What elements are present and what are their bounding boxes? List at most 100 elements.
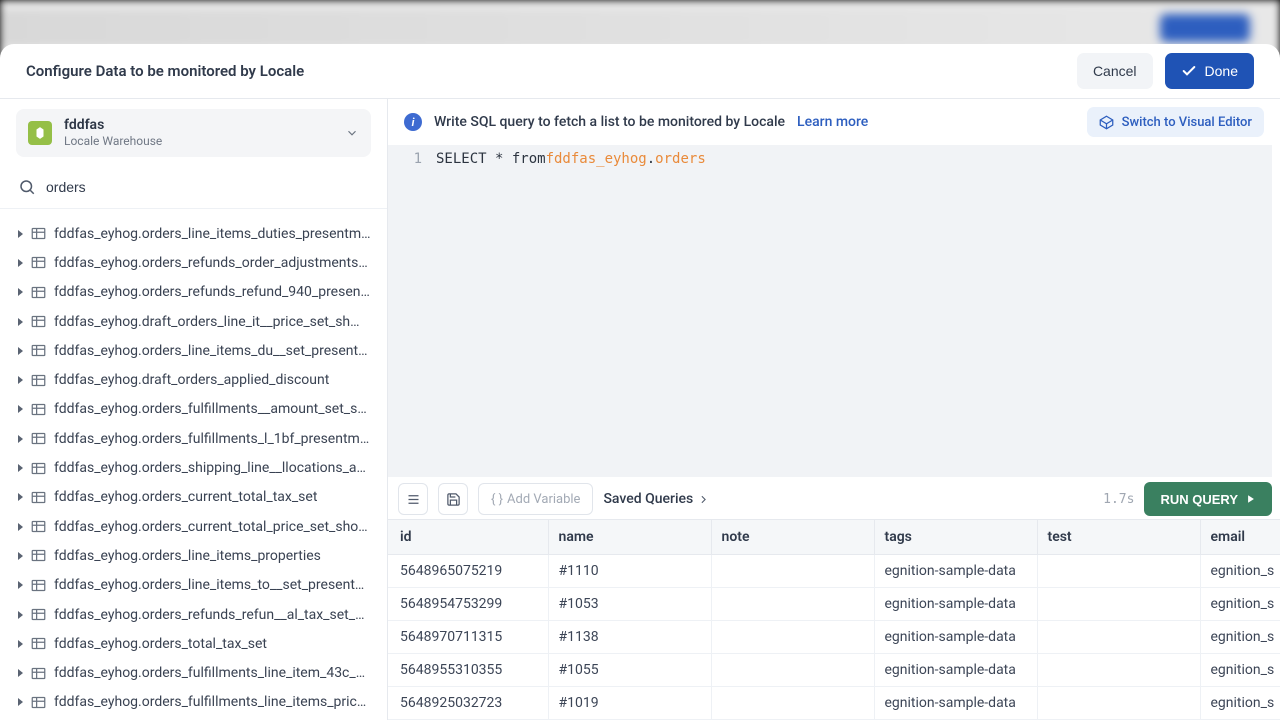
table-item[interactable]: fddfas_eyhog.orders_line_items_propertie…: [0, 541, 387, 570]
cell-tags: egnition-sample-data: [874, 654, 1037, 687]
main-top-bar: i Write SQL query to fetch a list to be …: [388, 99, 1280, 145]
cell-name: #1055: [548, 654, 711, 687]
table-item[interactable]: fddfas_eyhog.orders_fulfillments__amount…: [0, 395, 387, 424]
table-item[interactable]: fddfas_eyhog.draft_orders_applied_discou…: [0, 365, 387, 394]
table-list[interactable]: fddfas_eyhog.orders_line_items_duties_pr…: [0, 209, 387, 720]
main-panel: i Write SQL query to fetch a list to be …: [388, 99, 1280, 720]
modal-header: Configure Data to be monitored by Locale…: [0, 44, 1280, 99]
table-row[interactable]: 5648970711315#1138egnition-sample-dataeg…: [388, 621, 1280, 654]
table-item[interactable]: fddfas_eyhog.orders_fulfillments_line_it…: [0, 658, 387, 687]
expand-icon: [18, 640, 23, 648]
table-item[interactable]: fddfas_eyhog.orders_line_items_du__set_p…: [0, 336, 387, 365]
sql-editor[interactable]: 1 SELECT * from fddfas_eyhog.orders: [388, 145, 1272, 477]
done-button[interactable]: Done: [1165, 53, 1254, 89]
cell-email: egnition_s: [1200, 687, 1280, 720]
table-label: fddfas_eyhog.orders_line_items_duties_pr…: [54, 226, 371, 242]
search-icon: [18, 178, 36, 196]
table-item[interactable]: fddfas_eyhog.orders_line_items_to__set_p…: [0, 571, 387, 600]
save-icon: [446, 492, 461, 507]
cell-email: egnition_s: [1200, 621, 1280, 654]
cell-name: #1053: [548, 588, 711, 621]
table-label: fddfas_eyhog.orders_current_total_price_…: [54, 519, 368, 535]
cell-note: [711, 588, 874, 621]
table-item[interactable]: fddfas_eyhog.draft_orders_line_it__price…: [0, 307, 387, 336]
table-label: fddfas_eyhog.orders_refunds_refund_940_p…: [54, 284, 370, 300]
table-item[interactable]: fddfas_eyhog.orders_refunds_order_adjust…: [0, 248, 387, 277]
col-test[interactable]: test: [1037, 520, 1200, 555]
source-dropdown[interactable]: fddfas Locale Warehouse: [16, 109, 371, 157]
add-variable-label: Add Variable: [507, 492, 580, 507]
expand-icon: [18, 230, 23, 238]
editor-toolbar: { } Add Variable Saved Queries 1.7s RUN …: [388, 479, 1280, 519]
table-icon: [31, 432, 46, 445]
table-item[interactable]: fddfas_eyhog.orders_current_total_price_…: [0, 512, 387, 541]
table-label: fddfas_eyhog.orders_line_items_to__set_p…: [54, 577, 364, 593]
table-item[interactable]: fddfas_eyhog.orders_refunds_refun__al_ta…: [0, 600, 387, 629]
cell-tags: egnition-sample-data: [874, 588, 1037, 621]
table-label: fddfas_eyhog.orders_refunds_order_adjust…: [54, 255, 368, 271]
saved-queries-label: Saved Queries: [603, 491, 693, 507]
sql-table: orders: [655, 151, 706, 167]
cell-note: [711, 621, 874, 654]
table-item[interactable]: fddfas_eyhog.orders_shipping_line__lloca…: [0, 453, 387, 482]
done-label: Done: [1205, 63, 1238, 79]
cube-icon: [1099, 115, 1114, 130]
col-tags[interactable]: tags: [874, 520, 1037, 555]
cell-email: egnition_s: [1200, 654, 1280, 687]
saved-queries-button[interactable]: Saved Queries: [603, 491, 710, 507]
cancel-button[interactable]: Cancel: [1077, 53, 1153, 89]
braces-icon: { }: [491, 492, 503, 507]
table-row[interactable]: 5648965075219#1110egnition-sample-dataeg…: [388, 555, 1280, 588]
expand-icon: [18, 669, 23, 677]
switch-visual-button[interactable]: Switch to Visual Editor: [1087, 107, 1264, 137]
expand-icon: [18, 259, 23, 267]
table-icon: [31, 227, 46, 240]
search-row: [0, 165, 387, 209]
table-item[interactable]: fddfas_eyhog.orders_total_tax_set: [0, 629, 387, 658]
shopify-icon: [28, 121, 52, 145]
table-item[interactable]: fddfas_eyhog.orders_current_total_tax_se…: [0, 483, 387, 512]
table-row[interactable]: 5648954753299#1053egnition-sample-dataeg…: [388, 588, 1280, 621]
chevron-right-icon: [697, 493, 710, 506]
expand-icon: [18, 464, 23, 472]
table-icon: [31, 579, 46, 592]
save-button[interactable]: [438, 483, 468, 515]
table-item[interactable]: fddfas_eyhog.orders_fulfillments_l_1bf_p…: [0, 424, 387, 453]
table-label: fddfas_eyhog.orders_current_total_tax_se…: [54, 489, 317, 505]
expand-icon: [18, 288, 23, 296]
check-icon: [1181, 63, 1197, 79]
table-item[interactable]: fddfas_eyhog.orders_refunds_refund_940_p…: [0, 278, 387, 307]
table-label: fddfas_eyhog.orders_line_items_du__set_p…: [54, 343, 367, 359]
add-variable-button[interactable]: { } Add Variable: [478, 483, 593, 515]
col-id[interactable]: id: [388, 520, 548, 555]
col-note[interactable]: note: [711, 520, 874, 555]
expand-icon: [18, 347, 23, 355]
table-icon: [31, 696, 46, 709]
table-icon: [31, 667, 46, 680]
source-name: fddfas: [64, 117, 333, 134]
list-view-button[interactable]: [398, 483, 428, 515]
info-icon: i: [404, 113, 422, 131]
sql-schema: fddfas_eyhog: [546, 151, 647, 167]
run-query-button[interactable]: RUN QUERY: [1144, 482, 1272, 516]
cell-email: egnition_s: [1200, 555, 1280, 588]
table-row[interactable]: 5648955310355#1055egnition-sample-dataeg…: [388, 654, 1280, 687]
cell-test: [1037, 588, 1200, 621]
cell-email: egnition_s: [1200, 588, 1280, 621]
table-label: fddfas_eyhog.orders_fulfillments__amount…: [54, 401, 367, 417]
table-icon: [31, 549, 46, 562]
table-item[interactable]: fddfas_eyhog.orders_line_items_duties_pr…: [0, 219, 387, 248]
col-name[interactable]: name: [548, 520, 711, 555]
expand-icon: [18, 318, 23, 326]
col-email[interactable]: email: [1200, 520, 1280, 555]
table-label: fddfas_eyhog.draft_orders_applied_discou…: [54, 372, 329, 388]
source-text: fddfas Locale Warehouse: [64, 117, 333, 148]
table-row[interactable]: 5648925032723#1019egnition-sample-dataeg…: [388, 687, 1280, 720]
source-subtitle: Locale Warehouse: [64, 134, 333, 148]
expand-icon: [18, 523, 23, 531]
table-item[interactable]: fddfas_eyhog.orders_fulfillments_line_it…: [0, 688, 387, 717]
learn-more-link[interactable]: Learn more: [797, 114, 868, 130]
search-input[interactable]: [46, 179, 369, 195]
expand-icon: [18, 698, 23, 706]
config-modal: Configure Data to be monitored by Locale…: [0, 44, 1280, 720]
